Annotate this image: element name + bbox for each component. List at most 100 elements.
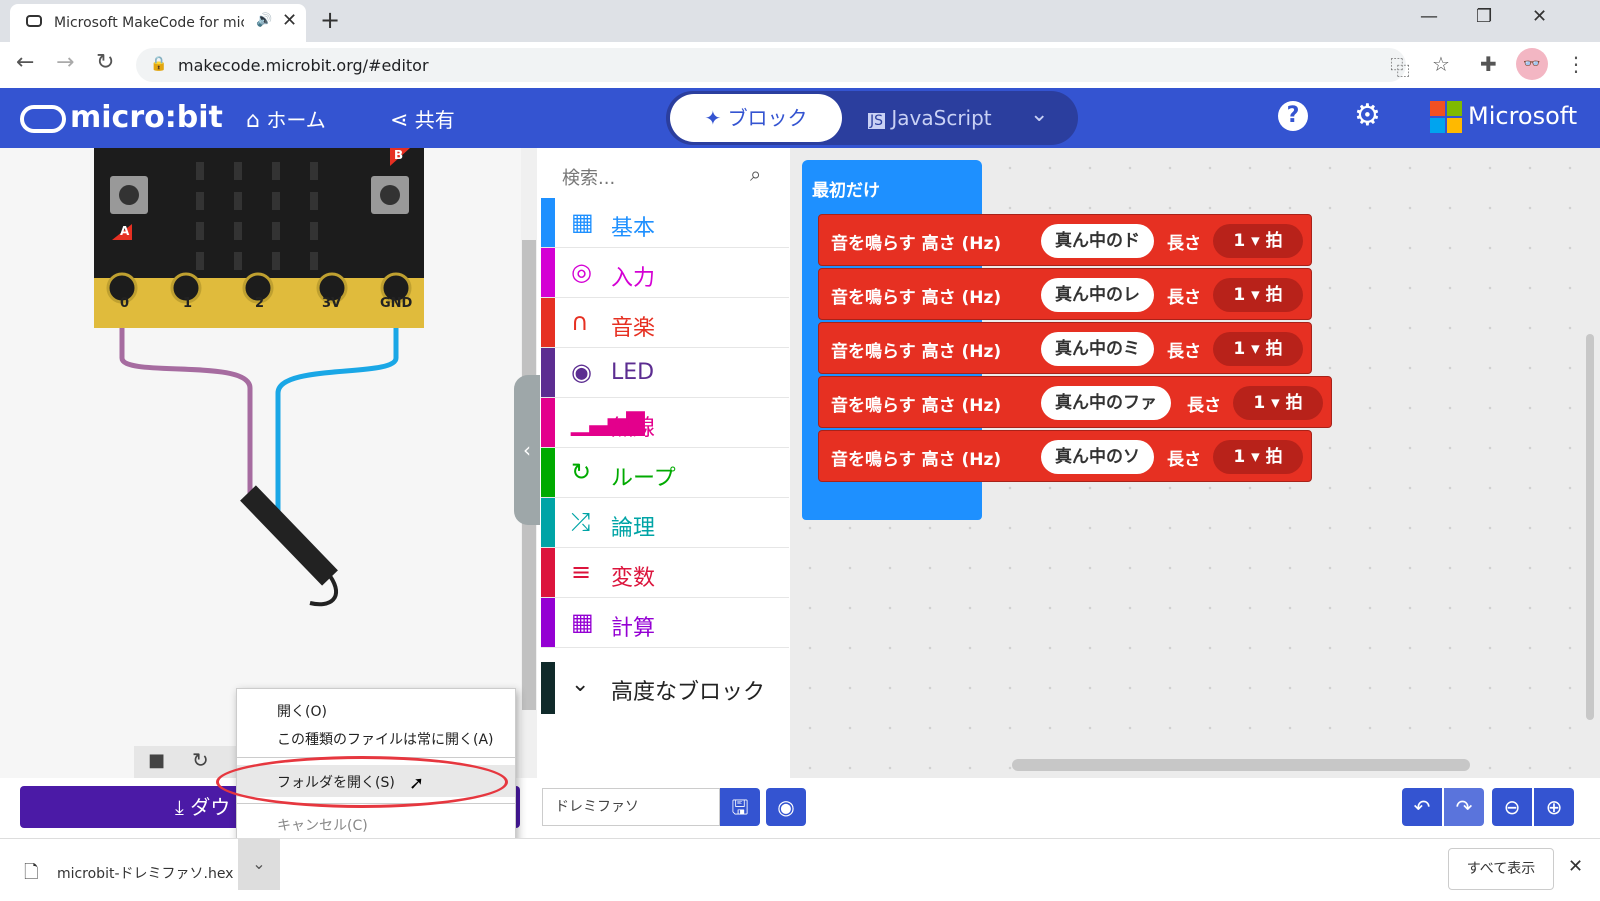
category-input[interactable]: ◎ 入力 <box>541 248 789 298</box>
simulator-panel: 0 1 2 3V GND A B <box>0 148 528 778</box>
beat-dropdown[interactable]: 1 ▾ 拍 <box>1213 440 1303 474</box>
help-icon[interactable]: ? <box>1278 101 1308 131</box>
shelf-close-icon[interactable]: ✕ <box>1568 856 1583 877</box>
blocks-mode-button[interactable]: ✦ ブロック <box>670 94 842 142</box>
category-color-bar <box>541 548 555 597</box>
gear-icon[interactable]: ⚙ <box>1354 98 1381 133</box>
play-tone-block[interactable]: 音を鳴らす 高さ (Hz) 真ん中のファ 長さ 1 ▾ 拍 <box>818 376 1332 428</box>
block-prefix: 音を鳴らす 高さ (Hz) <box>831 342 1002 362</box>
tab-close-icon[interactable]: ✕ <box>282 10 297 31</box>
downloaded-file[interactable]: 🗋 microbit-ドレミファソ.hex <box>24 860 233 890</box>
collapse-simulator-handle[interactable]: ‹ <box>514 375 540 525</box>
window-close-icon[interactable]: ✕ <box>1532 6 1547 27</box>
address-bar[interactable]: 🔒 makecode.microbit.org/#editor <box>136 48 1406 82</box>
microbit-logo[interactable]: micro:bit <box>20 100 223 136</box>
translate-icon[interactable]: ⿻ <box>1390 52 1410 81</box>
advanced-blocks-toggle[interactable]: ⌄ 高度なブロック <box>541 662 789 714</box>
zoom-out-icon[interactable]: ⊖ <box>1492 788 1532 826</box>
category-label: ループ <box>611 466 676 491</box>
home-label: ホーム <box>266 108 326 132</box>
workspace-vertical-scrollbar[interactable] <box>1586 334 1594 720</box>
project-name-input[interactable]: ドレミファソ <box>542 788 720 826</box>
browser-tab[interactable]: Microsoft MakeCode for micro:bit 🔊 ✕ <box>10 4 306 42</box>
play-tone-block[interactable]: 音を鳴らす 高さ (Hz) 真ん中のレ 長さ 1 ▾ 拍 <box>818 268 1312 320</box>
headphones-icon: ∩ <box>571 308 589 336</box>
menu-item-always-open[interactable]: この種類のファイルは常に開く(A) <box>277 729 494 749</box>
on-start-label: 最初だけ <box>812 181 880 201</box>
microsoft-logo[interactable]: Microsoft <box>1430 101 1577 133</box>
stop-icon[interactable]: ■ <box>148 750 165 771</box>
beat-dropdown[interactable]: 1 ▾ 拍 <box>1233 386 1323 420</box>
beat-dropdown[interactable]: 1 ▾ 拍 <box>1213 332 1303 366</box>
category-math[interactable]: ▦ 計算 <box>541 598 789 648</box>
lines-icon: ≡ <box>571 558 592 586</box>
button-a[interactable] <box>110 176 148 214</box>
lock-icon: 🔒 <box>150 56 168 72</box>
menu-item-open[interactable]: 開く(O) <box>277 701 327 721</box>
restart-icon[interactable]: ↻ <box>192 748 209 772</box>
highlight-ellipse <box>216 756 508 808</box>
category-label: 計算 <box>611 616 656 641</box>
bookmark-star-icon[interactable]: ☆ <box>1432 52 1450 76</box>
speaker-icon: 🔊 <box>256 13 273 28</box>
undo-icon[interactable]: ↶ <box>1402 788 1442 826</box>
category-loops[interactable]: ↻ ループ <box>541 448 789 498</box>
category-basic[interactable]: ▦ 基本 <box>541 198 789 248</box>
play-tone-block[interactable]: 音を鳴らす 高さ (Hz) 真ん中のソ 長さ 1 ▾ 拍 <box>818 430 1312 482</box>
play-tone-block[interactable]: 音を鳴らす 高さ (Hz) 真ん中のミ 長さ 1 ▾ 拍 <box>818 322 1312 374</box>
pin-0-label: 0 <box>120 296 130 311</box>
advanced-label: 高度なブロック <box>611 680 766 705</box>
category-variables[interactable]: ≡ 変数 <box>541 548 789 598</box>
search-icon[interactable]: ⌕ <box>750 162 761 186</box>
category-label: 音楽 <box>611 316 656 341</box>
redo-icon[interactable]: ↷ <box>1444 788 1484 826</box>
note-field[interactable]: 真ん中のミ <box>1041 332 1154 366</box>
category-color-bar <box>541 398 555 447</box>
new-tab-button[interactable]: + <box>320 6 340 34</box>
chevron-down-icon[interactable]: ⌄ <box>238 838 280 890</box>
note-field[interactable]: 真ん中のソ <box>1041 440 1154 474</box>
category-radio[interactable]: ▁▃▅▇ 無線 <box>541 398 789 448</box>
button-b[interactable] <box>371 176 409 214</box>
length-label: 長さ <box>1167 288 1201 308</box>
toolbox-search[interactable]: 検索... ⌕ <box>548 152 784 196</box>
reload-icon[interactable]: ↻ <box>96 50 114 75</box>
file-icon: 🗋 <box>24 862 39 883</box>
home-button[interactable]: ⌂ ホーム <box>246 104 326 133</box>
share-button[interactable]: ⋖ 共有 <box>390 104 455 133</box>
share-icon: ⋖ <box>390 108 409 133</box>
play-tone-block[interactable]: 音を鳴らす 高さ (Hz) 真ん中のド 長さ 1 ▾ 拍 <box>818 214 1312 266</box>
note-field[interactable]: 真ん中のファ <box>1041 386 1171 420</box>
back-icon[interactable]: ← <box>16 50 34 75</box>
save-icon[interactable]: 🖫 <box>720 788 760 826</box>
category-led[interactable]: ◉ LED <box>541 348 789 398</box>
menu-item-cancel[interactable]: キャンセル(C) <box>277 815 368 835</box>
menu-kebab-icon[interactable]: ⋮ <box>1566 52 1586 76</box>
category-music[interactable]: ∩ 音楽 <box>541 298 789 348</box>
logo-text: micro:bit <box>70 100 223 135</box>
category-label: LED <box>611 360 655 385</box>
profile-avatar[interactable]: 👓 <box>1516 48 1548 80</box>
beat-dropdown[interactable]: 1 ▾ 拍 <box>1213 224 1303 258</box>
category-logic[interactable]: ⤮ 論理 <box>541 498 789 548</box>
forward-icon[interactable]: → <box>56 50 74 75</box>
microbit-board-svg[interactable] <box>0 148 520 778</box>
note-field[interactable]: 真ん中のレ <box>1041 278 1154 312</box>
beat-dropdown[interactable]: 1 ▾ 拍 <box>1213 278 1303 312</box>
pin-gnd-label: GND <box>380 296 413 311</box>
javascript-mode-button[interactable]: JS JavaScript <box>868 106 992 130</box>
chevron-down-icon[interactable]: ⌄ <box>1030 102 1048 127</box>
grid-icon: ▦ <box>571 208 594 236</box>
show-all-button[interactable]: すべて表示 <box>1448 848 1554 890</box>
note-field[interactable]: 真ん中のド <box>1041 224 1154 258</box>
minimize-icon[interactable]: — <box>1420 6 1438 27</box>
extensions-icon[interactable]: ✚ <box>1480 52 1497 76</box>
github-icon[interactable]: ◉ <box>766 788 806 826</box>
search-input[interactable]: 検索... <box>562 164 615 190</box>
restore-icon[interactable]: ❐ <box>1476 6 1492 27</box>
target-icon: ◎ <box>571 258 592 286</box>
file-name: microbit-ドレミファソ.hex <box>56 866 234 882</box>
workspace-horizontal-scrollbar[interactable] <box>1012 759 1470 771</box>
chevron-down-icon: ⌄ <box>571 672 590 697</box>
zoom-in-icon[interactable]: ⊕ <box>1534 788 1574 826</box>
